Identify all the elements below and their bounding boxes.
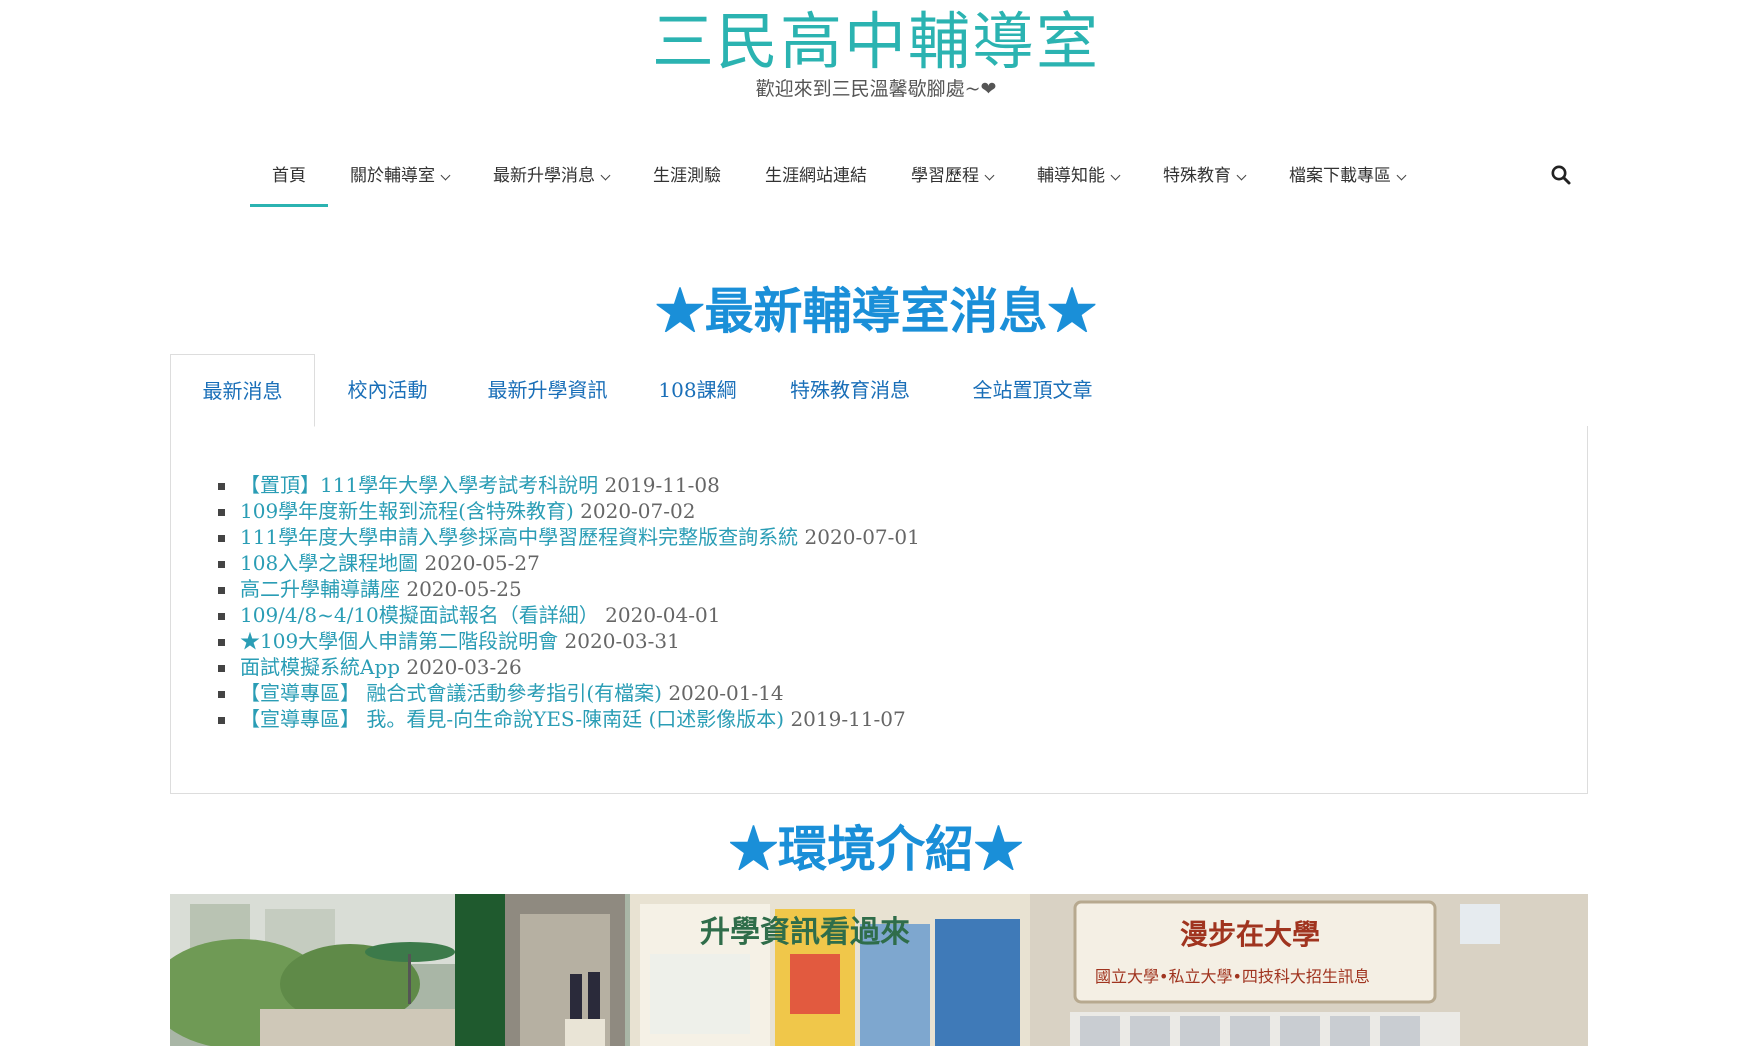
nav-item-admission-news[interactable]: 最新升學消息 [471, 160, 631, 210]
news-list: 【置頂】111學年大學入學考試考科說明 2019-11-08 109學年度新生報… [218, 472, 920, 732]
nav-item-home[interactable]: 首頁 [250, 160, 328, 210]
tab-latest-news[interactable]: 最新消息 [170, 354, 315, 427]
tab-label: 特殊教育消息 [790, 378, 910, 402]
news-date: 2019-11-07 [790, 707, 906, 731]
news-link[interactable]: 109學年度新生報到流程(含特殊教育) [240, 499, 574, 523]
list-item: ★109大學個人申請第二階段說明會 2020-03-31 [218, 628, 920, 654]
site-title[interactable]: 三民高中輔導室 [0, 6, 1752, 78]
chevron-down-icon [440, 170, 451, 181]
nav-label: 關於輔導室 [350, 166, 435, 186]
nav-label: 生涯測驗 [653, 166, 721, 186]
nav-item-learning-portfolio[interactable]: 學習歷程 [889, 160, 1015, 210]
nav-label: 最新升學消息 [493, 166, 595, 186]
news-date: 2020-05-25 [406, 577, 522, 601]
nav-label: 輔導知能 [1037, 166, 1105, 186]
environment-photo-collage: 升學資訊看過來 漫步在大學 國立大學•私立大學•四技科大招生訊息 [170, 894, 1588, 1046]
nav-item-about[interactable]: 關於輔導室 [328, 160, 471, 210]
nav-label: 特殊教育 [1163, 166, 1231, 186]
list-item: 109學年度新生報到流程(含特殊教育) 2020-07-02 [218, 498, 920, 524]
news-date: 2020-07-01 [804, 525, 920, 549]
list-item: 【置頂】111學年大學入學考試考科說明 2019-11-08 [218, 472, 920, 498]
news-date: 2020-07-02 [580, 499, 696, 523]
tab-label: 最新升學資訊 [487, 378, 608, 402]
news-link[interactable]: 面試模擬系統App [240, 655, 400, 679]
tab-108-curriculum[interactable]: 108課綱 [635, 354, 760, 427]
list-item: 【宣導專區】 我。看見-向生命說YES-陳南廷 (口述影像版本) 2019-11… [218, 706, 920, 732]
tab-sticky-posts[interactable]: 全站置頂文章 [940, 354, 1125, 427]
tab-special-education-news[interactable]: 特殊教育消息 [760, 354, 940, 427]
news-link[interactable]: 111學年度大學申請入學參採高中學習歷程資料完整版查詢系統 [240, 525, 798, 549]
news-section-title: ★最新輔導室消息★ [655, 282, 1097, 340]
chevron-down-icon [1110, 170, 1121, 181]
list-item: 【宣導專區】 融合式會議活動參考指引(有檔案) 2020-01-14 [218, 680, 920, 706]
tab-label: 108課綱 [658, 378, 737, 402]
tab-school-activities[interactable]: 校內活動 [315, 354, 460, 427]
nav-label: 首頁 [272, 166, 306, 186]
nav-label: 學習歷程 [911, 166, 979, 186]
tab-admission-info[interactable]: 最新升學資訊 [460, 354, 635, 427]
tab-label: 全站置頂文章 [972, 378, 1093, 402]
site-description: 歡迎來到三民溫馨歇腳處~❤ [755, 78, 997, 100]
news-date: 2020-01-14 [668, 681, 784, 705]
list-item: 面試模擬系統App 2020-03-26 [218, 654, 920, 680]
nav-label: 檔案下載專區 [1289, 166, 1391, 186]
nav-item-special-education[interactable]: 特殊教育 [1141, 160, 1267, 210]
environment-photo: 升學資訊看過來 漫步在大學 國立大學•私立大學•四技科大招生訊息 [170, 894, 1588, 1046]
search-icon [1551, 165, 1571, 185]
tab-label: 最新消息 [202, 379, 283, 403]
news-link[interactable]: 108入學之課程地圖 [240, 551, 418, 575]
news-date: 2020-03-26 [406, 655, 522, 679]
list-item: 高二升學輔導講座 2020-05-25 [218, 576, 920, 602]
news-link[interactable]: 【置頂】111學年大學入學考試考科說明 [240, 473, 598, 497]
nav-item-downloads[interactable]: 檔案下載專區 [1267, 160, 1427, 210]
list-item: 109/4/8~4/10模擬面試報名（看詳細） 2020-04-01 [218, 602, 920, 628]
banner-text-universities-list: 國立大學•私立大學•四技科大招生訊息 [1095, 967, 1370, 986]
chevron-down-icon [1396, 170, 1407, 181]
tab-label: 校內活動 [347, 378, 428, 402]
news-tabs: 最新消息 校內活動 最新升學資訊 108課綱 特殊教育消息 全站置頂文章 [170, 354, 1588, 427]
chevron-down-icon [600, 170, 611, 181]
chevron-down-icon [984, 170, 995, 181]
news-date: 2020-03-31 [564, 629, 680, 653]
news-date: 2019-11-08 [604, 473, 720, 497]
news-link[interactable]: 高二升學輔導講座 [240, 577, 400, 601]
nav-item-career-links[interactable]: 生涯網站連結 [743, 160, 889, 210]
nav-item-counseling-knowledge[interactable]: 輔導知能 [1015, 160, 1141, 210]
banner-text-admission: 升學資訊看過來 [700, 915, 910, 950]
banner-text-university: 漫步在大學 [1180, 918, 1320, 951]
news-date: 2020-04-01 [605, 603, 721, 627]
search-button[interactable] [1550, 164, 1572, 186]
chevron-down-icon [1236, 170, 1247, 181]
list-item: 111學年度大學申請入學參採高中學習歷程資料完整版查詢系統 2020-07-01 [218, 524, 920, 550]
news-link[interactable]: ★109大學個人申請第二階段說明會 [240, 629, 558, 653]
nav-label: 生涯網站連結 [765, 166, 867, 186]
news-link[interactable]: 109/4/8~4/10模擬面試報名（看詳細） [240, 603, 599, 627]
site-header: 三民高中輔導室 歡迎來到三民溫馨歇腳處~❤ [0, 0, 1752, 120]
news-link[interactable]: 【宣導專區】 融合式會議活動參考指引(有檔案) [240, 681, 662, 705]
list-item: 108入學之課程地圖 2020-05-27 [218, 550, 920, 576]
news-date: 2020-05-27 [424, 551, 540, 575]
main-nav: 首頁 關於輔導室 最新升學消息 生涯測驗 生涯網站連結 學習歷程 輔導知能 特殊… [250, 160, 1427, 210]
environment-section-title: ★環境介紹★ [728, 820, 1023, 878]
news-link[interactable]: 【宣導專區】 我。看見-向生命說YES-陳南廷 (口述影像版本) [240, 707, 784, 731]
nav-item-career-test[interactable]: 生涯測驗 [631, 160, 743, 210]
